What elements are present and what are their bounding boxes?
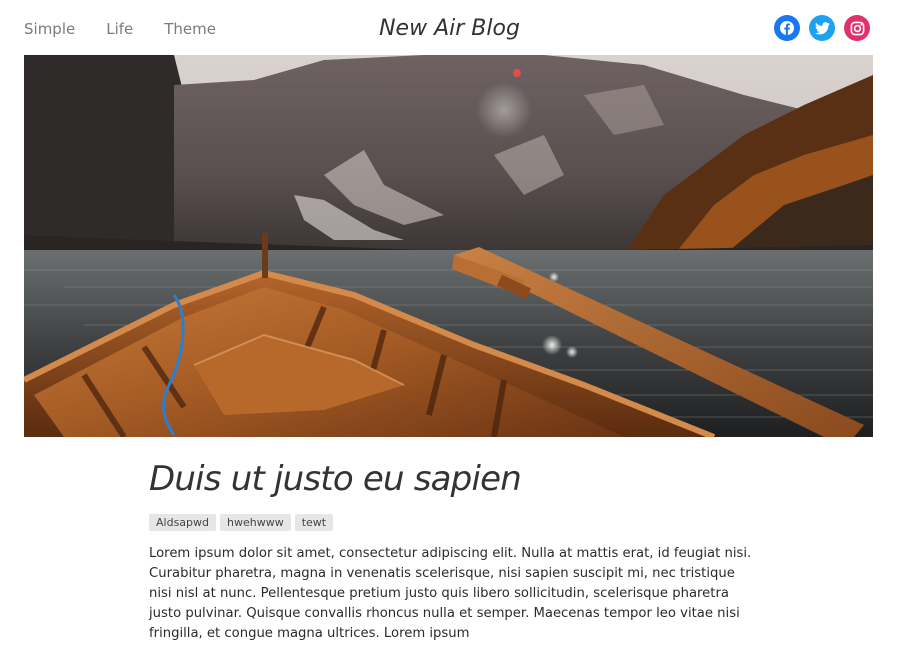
tag-badge[interactable]: hwehwww (220, 514, 291, 531)
page: Simple Life Theme New Air Blog Duis ut j… (0, 0, 899, 649)
post-title[interactable]: Duis ut justo eu sapien (149, 455, 759, 503)
site-brand[interactable]: New Air Blog (379, 16, 520, 41)
post-excerpt: Lorem ipsum dolor sit amet, consectetur … (149, 546, 752, 641)
nav-link-simple[interactable]: Simple (24, 19, 75, 39)
instagram-icon (850, 21, 864, 35)
instagram-link[interactable] (844, 15, 870, 41)
facebook-icon (780, 21, 794, 35)
boat-lake-photo (24, 55, 873, 437)
facebook-link[interactable] (774, 15, 800, 41)
nav-link-theme[interactable]: Theme (164, 19, 216, 39)
social-links (774, 15, 870, 41)
tag-badge[interactable]: tewt (294, 514, 334, 531)
twitter-icon (814, 21, 830, 34)
post-preview: Duis ut justo eu sapien Aldsapwd hwehwww… (149, 455, 759, 649)
hero-image[interactable] (24, 55, 873, 437)
tag-badge[interactable]: Aldsapwd (149, 514, 216, 531)
twitter-link[interactable] (809, 15, 835, 41)
post-tags: Aldsapwd hwehwww tewt (149, 514, 759, 531)
main-nav: Simple Life Theme (24, 19, 247, 39)
nav-link-life[interactable]: Life (106, 19, 133, 39)
site-header: Simple Life Theme New Air Blog (0, 0, 899, 56)
